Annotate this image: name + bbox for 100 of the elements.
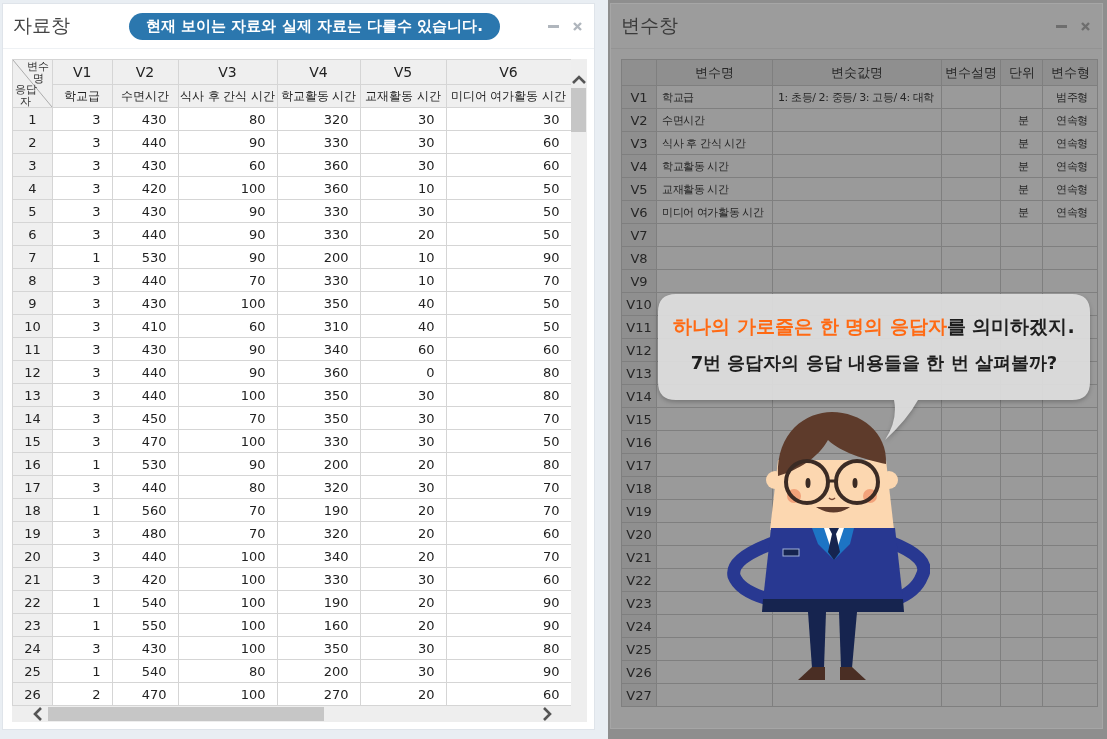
row-header: V26 <box>621 660 657 684</box>
row-header: 15 <box>12 429 53 453</box>
row-header: 20 <box>12 544 53 568</box>
table-cell: 50 <box>446 199 571 223</box>
row-header: V5 <box>621 177 657 201</box>
table-cell: 60 <box>446 521 571 545</box>
table-cell: 90 <box>446 245 571 269</box>
row-header: 5 <box>12 199 53 223</box>
table-cell: 미디어 여가활동 시간 <box>656 200 773 224</box>
horizontal-scrollbar[interactable] <box>12 706 587 722</box>
column-header: V4 <box>277 59 360 85</box>
row-header: V21 <box>621 545 657 569</box>
row-header: 24 <box>12 636 53 660</box>
row-header: V1 <box>621 85 657 109</box>
table-cell: 식사 후 간식 시간 <box>656 131 773 155</box>
close-icon[interactable] <box>573 21 582 31</box>
row-header: 1 <box>12 107 53 131</box>
row-header: 2 <box>12 130 53 154</box>
caret-up-icon[interactable] <box>571 75 586 85</box>
row-header: V8 <box>621 246 657 270</box>
table-cell: 50 <box>446 176 571 200</box>
column-header: 단위 <box>1000 59 1043 86</box>
row-header: V22 <box>621 568 657 592</box>
column-header: V6 <box>446 59 571 85</box>
column-header: 변숫값명 <box>772 59 942 86</box>
row-header: V15 <box>621 407 657 431</box>
table-cell: 50 <box>446 291 571 315</box>
close-icon[interactable] <box>1081 21 1090 31</box>
table-cell: 30 <box>446 107 571 131</box>
row-header: 6 <box>12 222 53 246</box>
row-header: 22 <box>12 590 53 614</box>
row-header: 14 <box>12 406 53 430</box>
table-cell: 90 <box>446 659 571 683</box>
table-cell: 학교활동 시간 <box>656 154 773 178</box>
speech-text: 하나의 가로줄은 한 명의 응답자를 의미하겠지. <box>673 314 1075 339</box>
row-header: 25 <box>12 659 53 683</box>
row-header: 11 <box>12 337 53 361</box>
row-header: 3 <box>12 153 53 177</box>
row-header: V10 <box>621 292 657 316</box>
row-header: 7 <box>12 245 53 269</box>
table-cell: 50 <box>446 222 571 246</box>
row-header: 23 <box>12 613 53 637</box>
table-cell: 70 <box>446 475 571 499</box>
row-header: 18 <box>12 498 53 522</box>
table-cell: 50 <box>446 429 571 453</box>
table-cell: 학교급 <box>656 85 773 109</box>
row-header: V24 <box>621 614 657 638</box>
scrollbar-thumb[interactable] <box>48 707 324 721</box>
row-header: 21 <box>12 567 53 591</box>
row-header: V16 <box>621 430 657 454</box>
row-header: 9 <box>12 291 53 315</box>
table-cell: 교재활동 시간 <box>656 177 773 201</box>
column-label: 미디어 여가활동 시간 <box>446 84 571 108</box>
row-header: V7 <box>621 223 657 247</box>
table-corner <box>621 59 657 86</box>
row-header: 26 <box>12 682 53 706</box>
row-header: V3 <box>621 131 657 155</box>
row-header: 19 <box>12 521 53 545</box>
row-header: V4 <box>621 154 657 178</box>
table-cell: 60 <box>446 153 571 177</box>
table-cell: 70 <box>446 498 571 522</box>
caret-right-icon[interactable] <box>541 707 552 721</box>
column-header: 변수설명 <box>941 59 1001 86</box>
table-cell: 90 <box>446 613 571 637</box>
speech-text: 7번 응답자의 응답 내용들을 한 번 살펴볼까? <box>690 351 1058 375</box>
row-header: V19 <box>621 499 657 523</box>
column-header: 변수형 <box>1042 59 1098 86</box>
row-header: V12 <box>621 338 657 362</box>
minimize-icon[interactable] <box>548 24 559 28</box>
row-header: V13 <box>621 361 657 385</box>
column-header: V5 <box>360 59 446 85</box>
table-cell: 80 <box>446 360 571 384</box>
table-cell: 70 <box>446 406 571 430</box>
table-cell: 60 <box>446 567 571 591</box>
notice-badge: 현재 보이는 자료와 실제 자료는 다를수 있습니다. <box>129 12 501 40</box>
table-cell: 50 <box>446 314 571 338</box>
table-cell: 90 <box>446 590 571 614</box>
row-header: 17 <box>12 475 53 499</box>
column-header: V3 <box>178 59 277 85</box>
table-cell: 80 <box>446 636 571 660</box>
row-header: V14 <box>621 384 657 408</box>
caret-left-icon[interactable] <box>33 707 43 721</box>
row-header: 10 <box>12 314 53 338</box>
table-cell: 수면시간 <box>656 108 773 132</box>
row-header: 16 <box>12 452 53 476</box>
table-cell: 60 <box>446 130 571 154</box>
row-header: 4 <box>12 176 53 200</box>
column-header: V2 <box>112 59 178 85</box>
row-header: V27 <box>621 683 657 707</box>
scrollbar-thumb[interactable] <box>571 88 586 132</box>
column-header: V1 <box>52 59 112 85</box>
table-cell: 70 <box>446 544 571 568</box>
row-header: 8 <box>12 268 53 292</box>
table-cell: 60 <box>446 337 571 361</box>
table-cell: 1: 초등/ 2: 중등/ 3: 고등/ 4: 대학 <box>772 85 942 109</box>
row-header: V23 <box>621 591 657 615</box>
minimize-icon[interactable] <box>1056 24 1067 28</box>
column-axis-label: 변수명 <box>27 61 51 85</box>
table-cell: 70 <box>446 268 571 292</box>
column-header: 변수명 <box>656 59 773 86</box>
